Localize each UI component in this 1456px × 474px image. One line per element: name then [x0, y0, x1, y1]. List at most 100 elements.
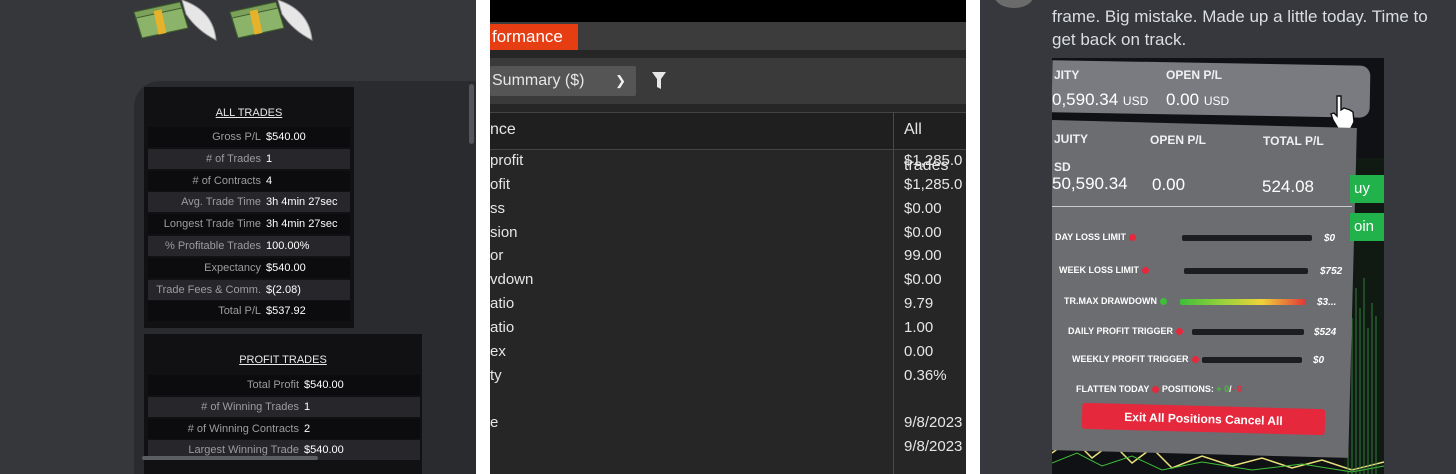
table-cell-label: ty	[490, 367, 502, 384]
table-cell-value: $0.00	[904, 271, 942, 288]
limit-bar	[1180, 299, 1306, 305]
status-dot-icon	[1191, 356, 1199, 364]
limit-row: WEEK LOSS LIMIT	[1059, 265, 1149, 275]
stat-label: Avg. Trade Time	[181, 196, 261, 209]
header-performance: nce	[490, 121, 516, 138]
status-dot-icon	[1160, 298, 1167, 306]
equity-label: JUITY	[1054, 132, 1089, 146]
flying-money-emoji-icon	[133, 0, 217, 41]
stat-row: % Profitable Trades 100.00%	[148, 236, 350, 256]
dropdown-value: Summary ($)	[492, 72, 585, 89]
tab-performance[interactable]: formance	[490, 24, 578, 50]
stat-value: 1	[266, 152, 273, 165]
limit-label: WEEKLY PROFIT TRIGGER	[1072, 354, 1189, 364]
buy-button[interactable]: uy	[1350, 175, 1384, 203]
positions-minus: - 0	[1231, 384, 1243, 394]
table-cell-value: 9.79	[904, 295, 934, 312]
table-cell-label: atio	[490, 319, 515, 336]
avatar[interactable]	[994, 0, 1034, 8]
stat-row: # of Winning Trades 1	[148, 396, 420, 417]
table-cell-value: 99.00	[904, 247, 942, 264]
stat-label: Total Profit	[247, 379, 299, 391]
all-trades-title: ALL TRADES	[215, 107, 283, 119]
limit-label: DAILY PROFIT TRIGGER	[1068, 326, 1174, 336]
table-cell-label: sion	[490, 224, 518, 241]
performance-panel: formance Summary ($) ❯ nce All trades pr…	[490, 0, 966, 474]
top-edge	[490, 0, 966, 22]
stat-row: Total P/L $537.92	[148, 301, 350, 322]
table-cell-label: ss	[490, 200, 505, 217]
flying-money-emoji-icon	[229, 0, 313, 41]
profit-trades-title: PROFIT TRADES	[239, 354, 327, 366]
attached-photo[interactable]: JITY OPEN P/L 0,590.34 USD 0.00 USD JUIT…	[1052, 58, 1384, 474]
flatten-today-label: FLATTEN TODAY	[1076, 384, 1150, 394]
table-cell-label: ex	[490, 343, 506, 360]
status-dot-icon	[1129, 234, 1137, 242]
open-pl-label: OPEN P/L	[1150, 133, 1207, 147]
total-pl-label: TOTAL P/L	[1263, 134, 1324, 148]
filter-icon[interactable]	[652, 72, 666, 90]
message-line-2: get back on track.	[1052, 30, 1187, 49]
stat-row: # of Contracts 4	[148, 170, 350, 191]
table-cell-value: $1,285.0	[904, 152, 963, 169]
flatten-today-row: FLATTEN TODAY POSITIONS: + 0/- 0	[1076, 384, 1243, 394]
equity-value-top: 0,590.34	[1052, 90, 1119, 109]
summary-dropdown[interactable]: Summary ($) ❯	[490, 66, 636, 96]
stat-label: # of Contracts	[192, 174, 261, 187]
stat-value: 4	[266, 174, 273, 187]
vertical-scrollbar[interactable]	[469, 84, 474, 144]
limit-value: $0	[1313, 355, 1325, 366]
limit-value: $524	[1314, 327, 1337, 338]
table-cell-value: 9/8/2023	[904, 414, 963, 431]
stat-label: Expectancy	[204, 261, 261, 274]
stat-value: 3h 4min 27sec	[266, 218, 338, 231]
limit-bar	[1184, 268, 1308, 274]
stat-value: $(2.08)	[266, 283, 301, 296]
stat-label: Longest Trade Time	[163, 218, 261, 231]
stat-row: Expectancy $540.00	[148, 257, 350, 278]
stat-row: Longest Trade Time 3h 4min 27sec	[148, 214, 350, 235]
stat-value: 3h 4min 27sec	[266, 196, 338, 209]
table-cell-value: 0.36%	[904, 367, 947, 384]
stat-row: Gross P/L $540.00	[148, 127, 350, 147]
limit-label: TR.MAX DRAWDOWN	[1064, 296, 1157, 306]
table-cell-value: 0.00	[904, 343, 934, 360]
status-dot-icon	[1176, 328, 1184, 336]
table-cell-label: e	[490, 414, 499, 431]
currency-label: SD	[1054, 160, 1071, 174]
stat-label: # of Winning Contracts	[187, 422, 299, 435]
table-cell-value: 1.00	[904, 319, 934, 336]
stat-row: # of Winning Contracts 2	[148, 418, 420, 439]
stat-label: # of Winning Trades	[201, 400, 299, 413]
limit-value: $752	[1320, 266, 1343, 277]
stat-label: Gross P/L	[212, 131, 261, 143]
limit-bar	[1192, 329, 1304, 335]
chat-message-panel: frame. Big mistake. Made up a little tod…	[980, 0, 1456, 474]
horizontal-scrollbar[interactable]	[142, 456, 318, 460]
open-pl-value-top: 0.00	[1166, 90, 1200, 109]
positions-plus: + 0	[1216, 384, 1230, 394]
divider	[1052, 206, 1352, 207]
stat-value: $540.00	[266, 261, 306, 274]
limit-row: TR.MAX DRAWDOWN	[1064, 296, 1167, 306]
limit-bar	[1202, 357, 1302, 363]
stat-value: $537.92	[266, 305, 306, 318]
table-cell-value: $0.00	[904, 224, 942, 241]
stat-row: # of Trades 1	[148, 148, 350, 169]
positions-label: POSITIONS:	[1161, 384, 1214, 394]
stat-row: Trade Fees & Comm. $(2.08)	[148, 279, 350, 300]
table-cell-value: $1,285.0	[904, 176, 963, 193]
table-cell-label: ofit	[490, 176, 511, 193]
header-all-trades[interactable]: All trades	[904, 112, 966, 174]
trade-stats-panel: ALL TRADES Gross P/L $540.00 # of Trades 1 #…	[0, 0, 476, 474]
join-button[interactable]: oin	[1350, 213, 1384, 241]
stat-row: Avg. Trade Time 3h 4min 27sec	[148, 192, 350, 213]
open-pl-unit-top: USD	[1203, 94, 1230, 108]
table-cell-label: atio	[490, 295, 515, 312]
table-cell-label: vdown	[490, 271, 534, 288]
equity-value: 50,590.34	[1052, 174, 1128, 193]
table-cell-value: 9/8/2023	[904, 438, 963, 455]
stat-label: # of Trades	[205, 152, 261, 165]
status-dot-icon	[1142, 267, 1149, 275]
chevron-down-icon: ❯	[615, 73, 626, 88]
